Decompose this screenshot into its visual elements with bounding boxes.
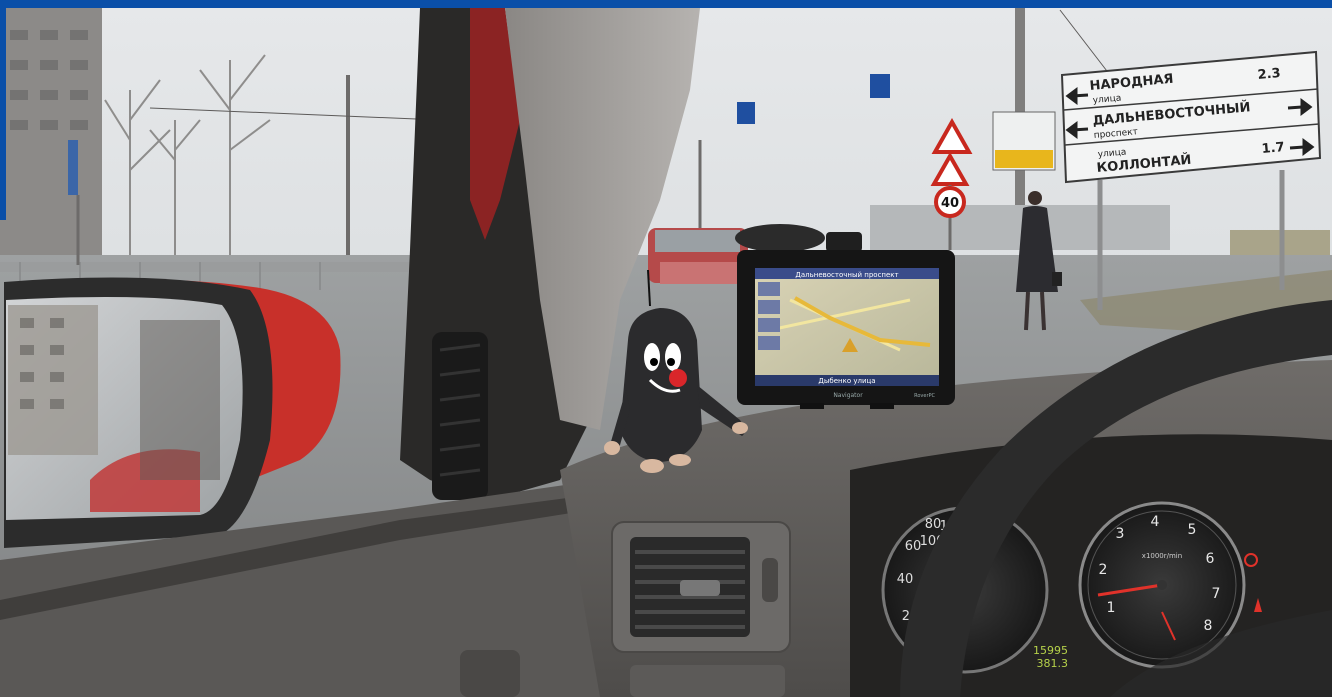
gps-bottom-bar: Дыбенко улица (818, 377, 875, 385)
tach-num-7: 7 (1212, 586, 1221, 602)
tach-num-6: 6 (1206, 551, 1215, 567)
odometer-trip: 381.3 (1037, 657, 1069, 670)
tach-num-2: 2 (1099, 562, 1108, 578)
tach-num-3: 3 (1116, 526, 1125, 542)
gps-model: RoverPC (914, 393, 935, 399)
tach-num-4: 4 (1151, 514, 1160, 530)
photo-canvas: 40 НАРОДНАЯ улица 2.3 ДАЛЬНЕВОСТОЧНЫЙ пр… (0, 0, 1332, 697)
center-air-vent (611, 521, 791, 653)
blue-direction-sign (870, 74, 890, 98)
odometer-total: 15995 (1033, 644, 1068, 657)
top-accent-bar (0, 0, 1332, 8)
sign-row1-dist: 2.3 (1257, 66, 1281, 83)
car-interior-photo: 40 НАРОДНАЯ улица 2.3 ДАЛЬНЕВОСТОЧНЫЙ пр… (0, 0, 1332, 697)
mole-nose (669, 369, 687, 387)
building-left (0, 8, 102, 258)
car-ahead (648, 228, 748, 284)
side-air-vent (432, 332, 488, 500)
speed-limit-value: 40 (941, 196, 959, 211)
gps-brand: Navigator (833, 392, 863, 399)
gps-street-name: Дальневосточный проспект (795, 271, 898, 279)
gps-navigator: Дальневосточный проспект Дыбенко улица N… (737, 250, 955, 409)
tach-unit-label: x1000r/min (1142, 552, 1182, 560)
blue-lane-sign (737, 102, 755, 124)
tach-num-5: 5 (1188, 522, 1197, 538)
left-accent-bar (0, 8, 6, 220)
distant-buildings (870, 205, 1170, 250)
tach-num-1: 1 (1107, 600, 1116, 616)
tach-num-8: 8 (1204, 618, 1213, 634)
speedo-num-40: 40 (897, 572, 914, 587)
sign-row3-dist: 1.7 (1261, 140, 1285, 157)
